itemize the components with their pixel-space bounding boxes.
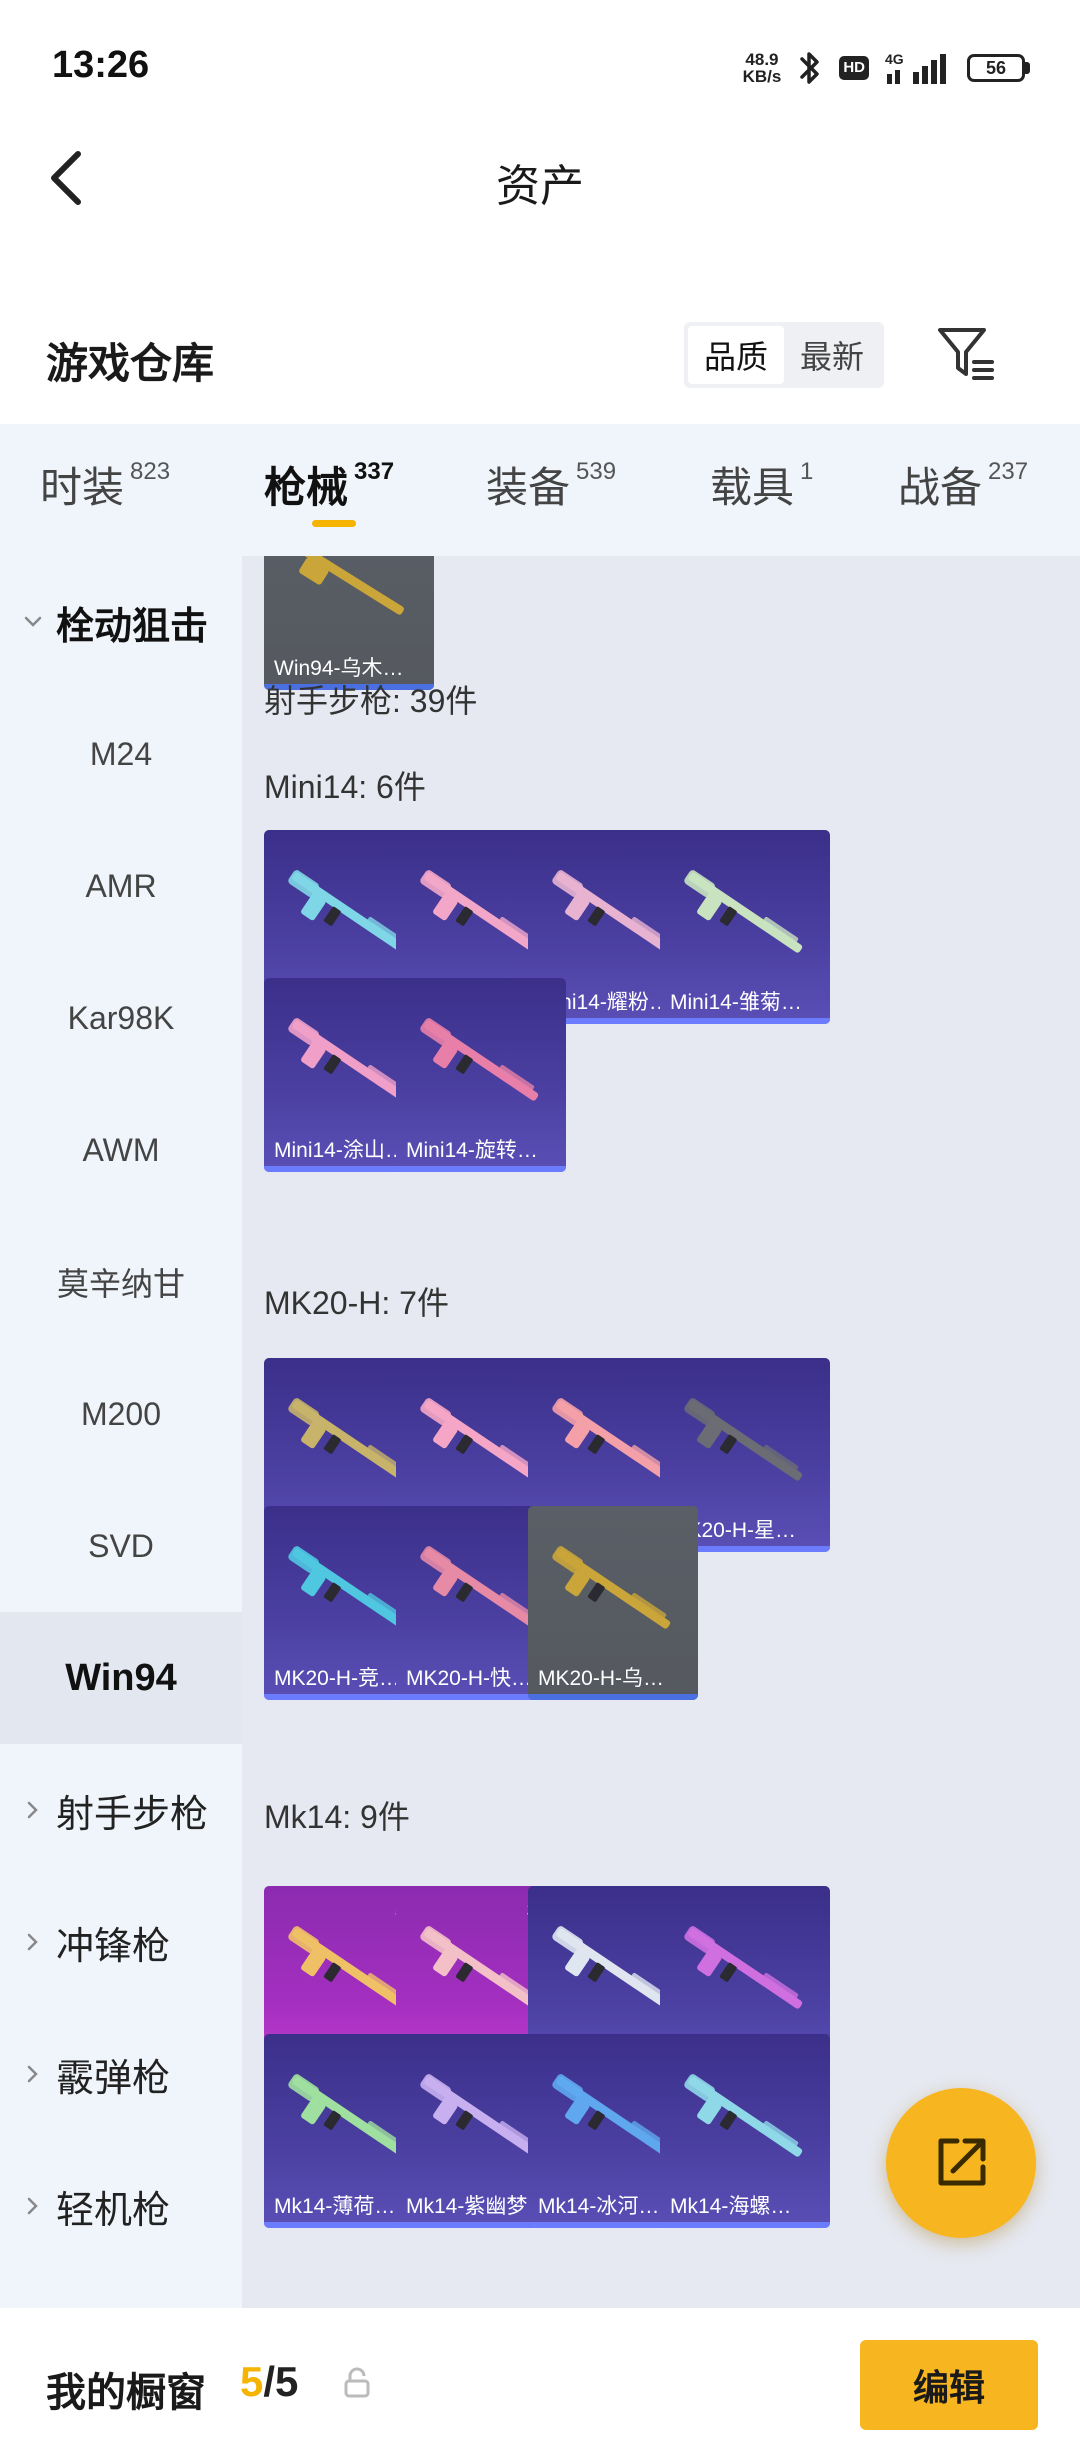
side-item-shotgun[interactable]: 霰弹枪 <box>0 2008 242 2140</box>
chevron-down-icon <box>24 616 42 627</box>
bluetooth-icon <box>797 50 823 86</box>
side-item-awm[interactable]: AWM <box>0 1084 242 1216</box>
chevron-right-icon <box>27 1801 38 1819</box>
sort-toggle: 品质 最新 <box>684 322 884 388</box>
showcase-count: 5/5 <box>240 2358 299 2405</box>
showcase-label: 我的橱窗 <box>46 2371 206 2415</box>
gun-image <box>684 1398 803 1481</box>
subgroup-title: Mk14: 9件 <box>264 1799 410 1835</box>
gun-image <box>552 1546 671 1629</box>
gun-image <box>684 2074 803 2157</box>
subgroup-title: Mini14: 6件 <box>264 769 426 805</box>
gun-image <box>684 1926 803 2009</box>
side-item-marksman[interactable]: 射手步枪 <box>0 1744 242 1876</box>
chevron-right-icon <box>27 2197 38 2215</box>
subgroup-title: MK20-H: 7件 <box>264 1285 449 1321</box>
item-card[interactable]: Mk14-海螺… <box>660 2034 830 2228</box>
side-item-kar98k[interactable]: Kar98K <box>0 952 242 1084</box>
status-icons: 48.9 KB/s HD 4G 56 <box>743 46 1030 90</box>
item-name: Mk14-海螺… <box>670 2195 792 2218</box>
tab-supplies[interactable]: 战备 237 <box>898 454 1028 515</box>
showcase-bar: 我的橱窗 5/5 编辑 <box>0 2308 1080 2460</box>
side-item-smg[interactable]: 冲锋枪 <box>0 1876 242 2008</box>
lock-icon <box>344 2367 370 2398</box>
tab-fashion[interactable]: 时装 823 <box>40 454 170 515</box>
tab-vehicles[interactable]: 载具 1 <box>710 454 813 515</box>
gun-image <box>420 1018 539 1101</box>
status-bar: 13:26 48.9 KB/s HD 4G 56 <box>0 0 1080 140</box>
status-time: 13:26 <box>52 44 150 86</box>
battery-icon: 56 <box>967 54 1030 82</box>
svg-text:4G: 4G <box>885 51 904 67</box>
battery-level: 56 <box>967 54 1025 82</box>
network-speed: 48.9 KB/s <box>742 50 782 86</box>
side-item-amr[interactable]: AMR <box>0 820 242 952</box>
group-title: 射手步枪: 39件 <box>264 683 478 719</box>
item-card[interactable]: Mini14-雏菊… <box>660 830 830 1024</box>
side-item-svd[interactable]: SVD <box>0 1480 242 1612</box>
item-name: MK20-H-乌… <box>538 1667 665 1690</box>
tab-equipment[interactable]: 装备 539 <box>486 454 616 515</box>
edit-button[interactable]: 编辑 <box>860 2340 1038 2430</box>
side-item-win94[interactable]: Win94 <box>0 1612 242 1744</box>
side-item-m24[interactable]: M24 <box>0 688 242 820</box>
gun-image <box>684 870 803 953</box>
item-card[interactable]: Win94-乌木… <box>264 556 434 690</box>
section-title: 游戏仓库 <box>46 340 215 387</box>
side-item-lmg[interactable]: 轻机枪 <box>0 2140 242 2272</box>
sort-option-quality[interactable]: 品质 <box>688 326 784 384</box>
page-title: 资产 <box>496 162 584 211</box>
side-item-bolt-action[interactable]: 栓动狙击 <box>0 556 242 688</box>
item-card[interactable]: Mini14-旋转… <box>396 978 566 1172</box>
filter-icon[interactable] <box>934 322 998 386</box>
weapon-type-menu: 栓动狙击 M24 AMR Kar98K AWM 莫辛纳甘 M200 SVD Wi… <box>0 556 242 2308</box>
chevron-right-icon <box>27 2065 38 2083</box>
category-tabs: 时装 823 枪械 337 装备 539 载具 1 战备 237 <box>0 424 1080 556</box>
tab-firearms[interactable]: 枪械 337 <box>264 454 394 515</box>
share-button[interactable] <box>886 2088 1036 2238</box>
gun-image <box>294 556 404 615</box>
side-item-mosin[interactable]: 莫辛纳甘 <box>0 1216 242 1348</box>
hd-badge: HD <box>839 56 869 80</box>
sort-option-latest[interactable]: 最新 <box>784 326 880 384</box>
item-name: Mini14-旋转… <box>406 1139 538 1162</box>
item-card[interactable]: MK20-H-乌… <box>528 1506 698 1700</box>
chevron-right-icon <box>27 1933 38 1951</box>
signal-icon: 4G <box>885 50 951 86</box>
item-grid-area: Win94-乌木… 射手步枪: 39件 Mini14: 6件 MK20-H: 7… <box>242 556 1080 2308</box>
share-icon <box>938 2138 986 2186</box>
side-item-m200[interactable]: M200 <box>0 1348 242 1480</box>
item-name: Mini14-雏菊… <box>670 991 802 1014</box>
tab-indicator <box>312 520 356 527</box>
